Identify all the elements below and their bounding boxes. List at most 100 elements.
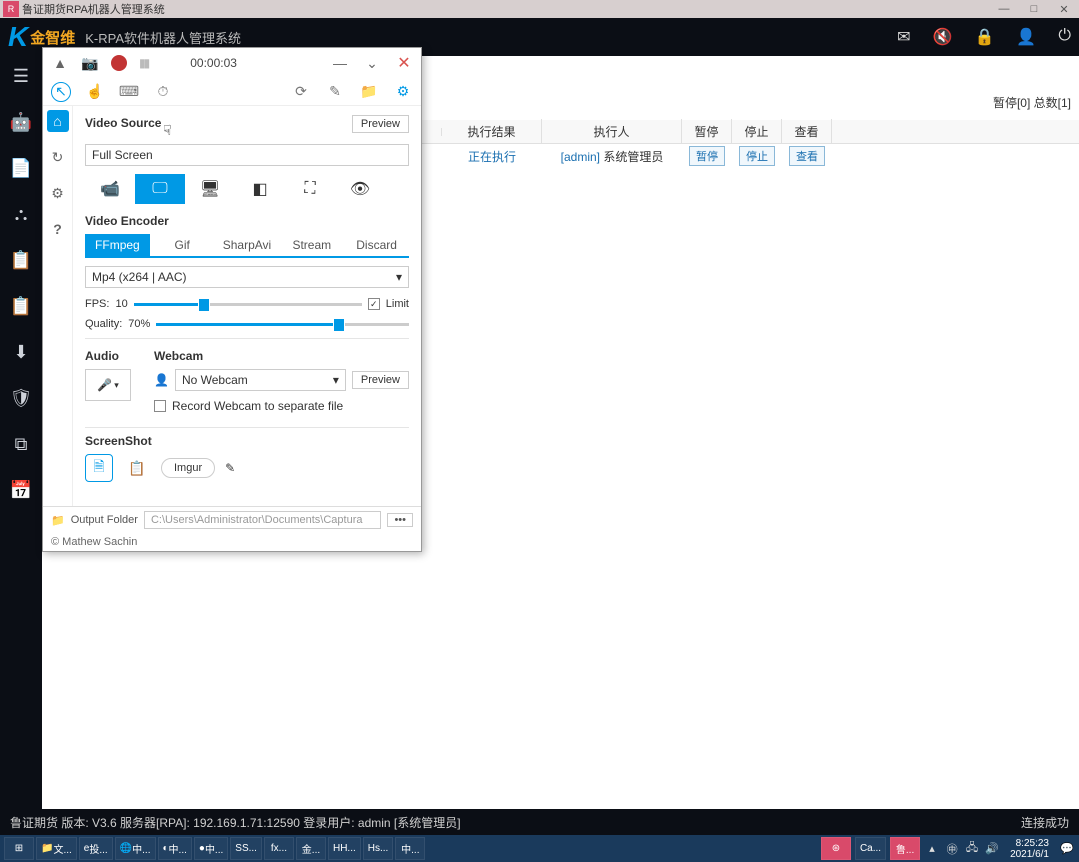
clipboard-icon[interactable]: 📋 bbox=[123, 454, 151, 482]
robot-icon[interactable]: 🤖 bbox=[9, 110, 33, 134]
webcam-select[interactable]: No Webcam ▾ bbox=[175, 369, 346, 391]
camera-icon[interactable]: 📷 bbox=[81, 54, 99, 72]
pause-icon[interactable]: ▮▮ bbox=[139, 56, 148, 70]
menu-icon[interactable]: ☰ bbox=[9, 64, 33, 88]
stop-button[interactable]: 停止 bbox=[739, 146, 775, 166]
task-item[interactable]: fx... bbox=[264, 837, 294, 860]
calendar-icon[interactable]: 📅 bbox=[9, 478, 33, 502]
notification-icon[interactable]: 💬 bbox=[1059, 841, 1075, 857]
shield-icon[interactable]: 🛡 bbox=[9, 386, 33, 410]
video-source-input[interactable]: Full Screen bbox=[85, 144, 409, 166]
format-select[interactable]: Mp4 (x264 | AAC) ▾ bbox=[85, 266, 409, 288]
status-text: 鲁证期货 版本: V3.6 服务器[RPA]: 192.169.1.71:125… bbox=[10, 814, 461, 831]
copyright: © Mathew Sachin bbox=[43, 533, 421, 551]
gear-icon[interactable]: ⚙ bbox=[393, 82, 413, 102]
clipboard-icon[interactable]: 📋 bbox=[9, 294, 33, 318]
close-icon[interactable]: ✕ bbox=[395, 54, 413, 72]
power-icon[interactable]: ⏻ bbox=[1058, 27, 1071, 47]
link-source-icon[interactable]: 👁 bbox=[335, 174, 385, 204]
region-source-icon[interactable]: ⛶ bbox=[285, 174, 335, 204]
folder-icon[interactable]: 📁 bbox=[359, 82, 379, 102]
preview-button[interactable]: Preview bbox=[352, 115, 409, 133]
mail-icon[interactable]: ✉ bbox=[897, 27, 910, 47]
brush-icon[interactable]: ✎ bbox=[325, 82, 345, 102]
imgur-button[interactable]: Imgur bbox=[161, 458, 215, 478]
task-item[interactable]: HH... bbox=[328, 837, 361, 860]
download-icon[interactable]: ⬇ bbox=[9, 340, 33, 364]
task-item[interactable]: 📁文... bbox=[36, 837, 77, 860]
more-button[interactable]: ••• bbox=[387, 513, 413, 527]
network-icon[interactable]: 🖧 bbox=[964, 841, 980, 857]
close-button[interactable]: ✕ bbox=[1049, 0, 1079, 18]
help-icon[interactable]: ? bbox=[47, 218, 69, 240]
keyboard-tab-icon[interactable]: ⌨ bbox=[119, 82, 139, 102]
col-pause: 暂停 bbox=[682, 119, 732, 144]
webcam-preview-button[interactable]: Preview bbox=[352, 371, 409, 389]
settings-icon[interactable]: ⚙ bbox=[47, 182, 69, 204]
task-item[interactable]: SS... bbox=[230, 837, 262, 860]
task-item[interactable]: Hs... bbox=[363, 837, 394, 860]
executor-user[interactable]: [admin] bbox=[561, 150, 600, 164]
structure-icon[interactable]: ⛬ bbox=[9, 202, 33, 226]
quality-slider[interactable] bbox=[156, 323, 409, 326]
folder-icon[interactable]: 📁 bbox=[51, 514, 65, 527]
disk-icon[interactable]: 🗎 bbox=[85, 454, 113, 482]
minimize-icon[interactable]: — bbox=[331, 54, 349, 72]
minimize-button[interactable]: — bbox=[989, 0, 1019, 18]
document-icon[interactable]: 📄 bbox=[9, 156, 33, 180]
tray-arrow-icon[interactable]: ▴ bbox=[924, 841, 940, 857]
webcam-value: No Webcam bbox=[182, 373, 248, 387]
cursor-tab-icon[interactable]: ↖ bbox=[51, 82, 71, 102]
encoder-tab-sharpavi[interactable]: SharpAvi bbox=[215, 234, 280, 256]
camera-source-icon[interactable]: 📹 bbox=[85, 174, 135, 204]
ime-icon[interactable]: ㊥ bbox=[944, 841, 960, 857]
task-item[interactable]: 🌐中... bbox=[115, 837, 156, 860]
start-button[interactable]: ⊞ bbox=[4, 837, 34, 860]
col-result: 执行结果 bbox=[442, 119, 542, 144]
window-source-icon[interactable]: ◧ bbox=[235, 174, 285, 204]
mic-button[interactable]: 🎤▾ bbox=[85, 369, 131, 401]
tray-item[interactable]: Ca... bbox=[855, 837, 886, 860]
refresh-icon[interactable]: ⟳ bbox=[291, 82, 311, 102]
limit-checkbox[interactable]: ✓ bbox=[368, 298, 380, 310]
encoder-tab-discard[interactable]: Discard bbox=[344, 234, 409, 256]
audio-title: Audio bbox=[85, 349, 140, 363]
mute-icon[interactable]: 🔇 bbox=[933, 27, 953, 47]
date: 2021/6/1 bbox=[1010, 849, 1049, 860]
encoder-tab-gif[interactable]: Gif bbox=[150, 234, 215, 256]
col-stop: 停止 bbox=[732, 119, 782, 144]
separate-checkbox[interactable] bbox=[154, 400, 166, 412]
cell-result[interactable]: 正在执行 bbox=[442, 148, 542, 165]
task-item[interactable]: 中... bbox=[395, 837, 425, 860]
history-icon[interactable]: ↻ bbox=[47, 146, 69, 168]
task-item[interactable]: ●中... bbox=[194, 837, 228, 860]
chevron-down-icon[interactable]: ⌄ bbox=[363, 54, 381, 72]
edit-icon[interactable]: ✎ bbox=[225, 461, 235, 475]
encoder-tab-ffmpeg[interactable]: FFmpeg bbox=[85, 234, 150, 256]
tray-item[interactable]: ⊛ bbox=[821, 837, 851, 860]
pause-button[interactable]: 暂停 bbox=[689, 146, 725, 166]
hand-tab-icon[interactable]: ☝ bbox=[85, 82, 105, 102]
chevron-down-icon: ▾ bbox=[333, 373, 339, 387]
collapse-icon[interactable]: ▲ bbox=[51, 54, 69, 72]
output-path-input[interactable]: C:\Users\Administrator\Documents\Captura bbox=[144, 511, 381, 529]
home-icon[interactable]: ⌂ bbox=[47, 110, 69, 132]
task-item[interactable]: 金... bbox=[296, 837, 326, 860]
view-button[interactable]: 查看 bbox=[789, 146, 825, 166]
copy-icon[interactable]: ⧉ bbox=[9, 432, 33, 456]
lock-icon[interactable]: 🔒 bbox=[975, 27, 995, 47]
record-button[interactable] bbox=[111, 55, 127, 71]
monitor-source-icon[interactable]: 🖥 bbox=[185, 174, 235, 204]
timer-tab-icon[interactable]: ⏱ bbox=[153, 82, 173, 102]
task-item[interactable]: e投... bbox=[79, 837, 113, 860]
clock[interactable]: 8:25:23 2021/6/1 bbox=[1004, 838, 1055, 860]
encoder-tab-stream[interactable]: Stream bbox=[279, 234, 344, 256]
task-item[interactable]: ◐中... bbox=[158, 837, 192, 860]
list-icon[interactable]: 📋 bbox=[9, 248, 33, 272]
fps-slider[interactable] bbox=[134, 303, 362, 306]
maximize-button[interactable]: □ bbox=[1019, 0, 1049, 18]
sound-icon[interactable]: 🔊 bbox=[984, 841, 1000, 857]
user-icon[interactable]: 👤 bbox=[1016, 27, 1036, 47]
screen-source-icon[interactable]: 🖵 bbox=[135, 174, 185, 204]
tray-item[interactable]: 鲁... bbox=[890, 837, 920, 860]
